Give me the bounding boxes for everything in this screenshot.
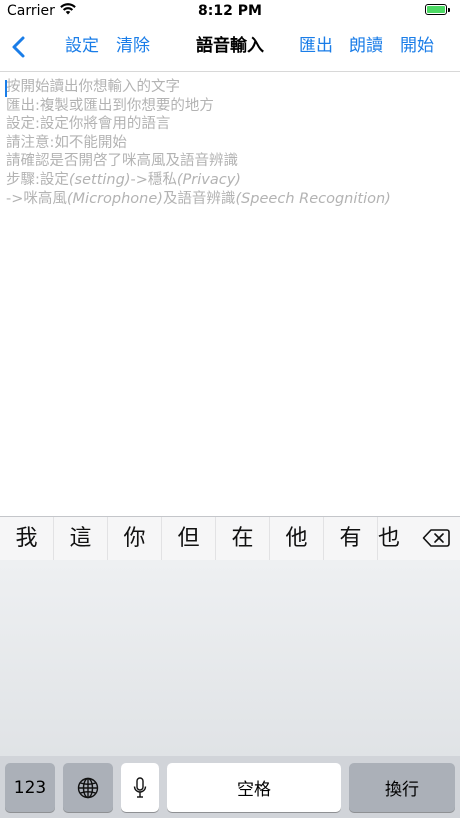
placeholder-line-6-part-4: (Privacy)	[176, 171, 241, 188]
navigation-bar: 設定 清除 語音輸入 匯出 朗讀 開始	[0, 24, 460, 72]
back-button[interactable]	[11, 35, 27, 59]
candidate-6[interactable]: 他	[270, 517, 324, 560]
keyboard-bottom-row: 123 空格 換行	[0, 756, 460, 818]
placeholder-line-6-part-1: 步驟:設定	[6, 171, 69, 188]
keyboard: 我 這 你 但 在 他 有 也 123 空格 換行	[0, 516, 460, 818]
export-button[interactable]: 匯出	[299, 35, 333, 57]
settings-button[interactable]: 設定	[65, 35, 99, 57]
placeholder-line-7-part-4: (Speech Recognition)	[235, 190, 391, 207]
dictation-key[interactable]	[121, 763, 159, 812]
placeholder-line-2: 匯出:複製或匯出到你想要的地方	[6, 97, 214, 114]
candidate-7[interactable]: 有	[324, 517, 378, 560]
return-key[interactable]: 換行	[349, 763, 455, 812]
numbers-key[interactable]: 123	[5, 763, 55, 812]
placeholder-line-7-part-3: 及語音辨識	[162, 190, 236, 207]
microphone-icon	[133, 776, 147, 798]
placeholder-line-3: 設定:設定你將會用的語言	[6, 116, 171, 133]
placeholder-line-7: ->咪高風(Microphone)及語音辨識(Speech Recognitio…	[6, 190, 454, 209]
placeholder-line-6: 步驟:設定(setting)->穩私(Privacy)	[6, 171, 454, 190]
placeholder-line-4: 請注意:如不能開始	[6, 134, 127, 151]
speech-text-input[interactable]: 按開始讀出你想輸入的文字 匯出:複製或匯出到你想要的地方 設定:設定你將會用的語…	[0, 72, 460, 516]
candidate-4[interactable]: 但	[162, 517, 216, 560]
candidate-5[interactable]: 在	[216, 517, 270, 560]
clear-button[interactable]: 清除	[116, 35, 150, 57]
globe-icon	[77, 777, 99, 798]
candidate-3[interactable]: 你	[108, 517, 162, 560]
status-time: 8:12 PM	[198, 3, 262, 19]
start-button[interactable]: 開始	[400, 35, 434, 57]
space-key[interactable]: 空格	[167, 763, 341, 812]
candidate-bar: 我 這 你 但 在 他 有 也	[0, 517, 460, 560]
handwriting-area[interactable]	[0, 560, 460, 756]
candidate-2[interactable]: 這	[54, 517, 108, 560]
status-bar: Carrier 8:12 PM	[0, 0, 460, 24]
placeholder-line-6-part-2: (setting)	[68, 171, 131, 188]
text-caret	[5, 80, 7, 97]
placeholder-line-5: 請確認是否開啓了咪高風及語音辨識	[6, 153, 238, 170]
app-screen: Carrier 8:12 PM 設定 清除 語音輸入 匯出 朗讀 開始 按開始讀…	[0, 0, 460, 818]
chevron-left-icon	[12, 36, 25, 58]
candidate-1[interactable]: 我	[0, 517, 54, 560]
placeholder-line-6-part-3: ->穩私	[130, 171, 177, 188]
globe-key[interactable]	[63, 763, 113, 812]
placeholder-line-1: 按開始讀出你想輸入的文字	[6, 79, 180, 95]
delete-key[interactable]	[422, 528, 450, 548]
backspace-icon	[422, 529, 450, 547]
placeholder-line-7-part-2: (Microphone)	[66, 190, 163, 207]
placeholder-line-7-part-1: ->咪高風	[6, 190, 67, 207]
read-aloud-button[interactable]: 朗讀	[349, 35, 383, 57]
candidate-8[interactable]: 也	[378, 517, 406, 560]
battery-full-icon	[425, 4, 450, 15]
